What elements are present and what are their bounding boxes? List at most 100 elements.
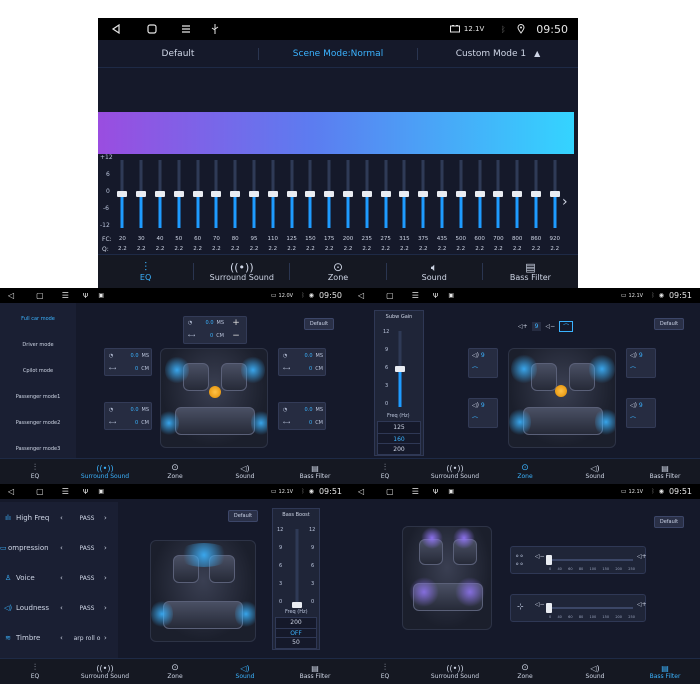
tab-bass-filter[interactable]: ▤ Bass Filter bbox=[630, 659, 700, 684]
home-icon[interactable]: ▢ bbox=[36, 291, 44, 300]
eq-band-knob[interactable] bbox=[286, 191, 297, 197]
custom-mode-label[interactable]: Custom Mode 1 bbox=[456, 49, 526, 59]
eq-band[interactable]: 20 2.2 bbox=[113, 158, 132, 258]
eq-band-knob[interactable] bbox=[117, 191, 128, 197]
eq-band[interactable]: 700 2.2 bbox=[489, 158, 508, 258]
eq-band-knob[interactable] bbox=[173, 191, 184, 197]
menu-icon[interactable] bbox=[178, 24, 194, 34]
tab-bass-filter[interactable]: ▤ Bass Filter bbox=[483, 255, 578, 288]
eq-band[interactable]: 435 2.2 bbox=[433, 158, 452, 258]
tab-eq[interactable]: ⫶ EQ bbox=[350, 659, 420, 684]
eq-band[interactable]: 50 2.2 bbox=[169, 158, 188, 258]
eq-band[interactable]: 175 2.2 bbox=[320, 158, 339, 258]
back-icon[interactable] bbox=[108, 24, 124, 34]
eq-band-knob[interactable] bbox=[324, 191, 335, 197]
tab-zone[interactable]: ⊙ Zone bbox=[140, 659, 210, 684]
tab-surround-sound[interactable]: ((•)) Surround Sound bbox=[70, 459, 140, 484]
eq-band[interactable]: 275 2.2 bbox=[376, 158, 395, 258]
chevron-right-icon[interactable]: › bbox=[562, 194, 568, 210]
back-icon[interactable]: ◁ bbox=[358, 487, 364, 496]
speaker-minus-icon[interactable]: ◁− bbox=[535, 553, 545, 560]
menu-passenger-mode2[interactable]: Passenger mode2 bbox=[0, 410, 76, 436]
triangle-up-icon[interactable]: ▲ bbox=[534, 49, 540, 58]
home-icon[interactable] bbox=[144, 24, 160, 34]
eq-band-knob[interactable] bbox=[455, 191, 466, 197]
default-button[interactable]: Default bbox=[304, 318, 334, 330]
default-button[interactable]: Default bbox=[654, 318, 684, 330]
eq-band-knob[interactable] bbox=[549, 191, 560, 197]
freq-selector[interactable]: 200 OFF 50 bbox=[275, 617, 317, 649]
eq-band-knob[interactable] bbox=[361, 191, 372, 197]
eq-band[interactable]: 80 2.2 bbox=[226, 158, 245, 258]
freq-selector[interactable]: 125 160 200 bbox=[377, 421, 421, 455]
tab-zone[interactable]: ⊙ Zone bbox=[140, 459, 210, 484]
tab-surround-sound[interactable]: ((•)) Surround Sound bbox=[420, 659, 490, 684]
tab-eq[interactable]: ⫶ EQ bbox=[0, 459, 70, 484]
tab-sound[interactable]: ◁) Sound bbox=[210, 459, 280, 484]
eq-band-knob[interactable] bbox=[380, 191, 391, 197]
tab-sound[interactable]: ◁) Sound bbox=[560, 459, 630, 484]
eq-band[interactable]: 95 2.2 bbox=[245, 158, 264, 258]
eq-band[interactable]: 200 2.2 bbox=[339, 158, 358, 258]
eq-band-knob[interactable] bbox=[512, 191, 523, 197]
eq-band-knob[interactable] bbox=[267, 191, 278, 197]
volume-up-icon[interactable]: ◁+ bbox=[518, 323, 528, 330]
home-icon[interactable]: ▢ bbox=[386, 291, 394, 300]
eq-band[interactable]: 600 2.2 bbox=[470, 158, 489, 258]
menu-cpilot-mode[interactable]: Cpilot mode bbox=[0, 358, 76, 384]
tab-sound[interactable]: ◁) Sound bbox=[210, 659, 280, 684]
volume-down-icon[interactable]: ◁− bbox=[545, 323, 555, 330]
tab-eq[interactable]: ⫶ EQ bbox=[350, 459, 420, 484]
tab-surround-sound[interactable]: ((•)) Surround Sound bbox=[420, 459, 490, 484]
eq-band[interactable]: 800 2.2 bbox=[508, 158, 527, 258]
row-timbre[interactable]: ≋ Timbre ‹ arp roll o › bbox=[0, 626, 118, 650]
eq-band-knob[interactable] bbox=[530, 191, 541, 197]
listener-position-dot[interactable] bbox=[555, 385, 567, 397]
eq-band[interactable]: 150 2.2 bbox=[301, 158, 320, 258]
speaker-front-right[interactable]: ◁) 9 ⌒ bbox=[626, 348, 656, 378]
row-high-freq[interactable]: ılı High Freq ‹ PASS › bbox=[0, 506, 118, 530]
menu-icon[interactable]: ☰ bbox=[412, 291, 419, 300]
speaker-rear-right[interactable]: ◁) 9 ⌒ bbox=[626, 398, 656, 428]
filter-slider[interactable] bbox=[546, 603, 633, 613]
tab-surround-sound[interactable]: ((•)) Surround Sound bbox=[194, 255, 289, 288]
row-loudness[interactable]: ◁) Loudness ‹ PASS › bbox=[0, 596, 118, 620]
menu-icon[interactable]: ☰ bbox=[62, 487, 69, 496]
speaker-plus-icon[interactable]: ◁+ bbox=[637, 601, 647, 608]
eq-band[interactable]: 500 2.2 bbox=[451, 158, 470, 258]
eq-band-knob[interactable] bbox=[192, 191, 203, 197]
menu-passenger-mode1[interactable]: Passenger mode1 bbox=[0, 384, 76, 410]
default-button[interactable]: Default bbox=[98, 49, 258, 59]
eq-band[interactable]: 110 2.2 bbox=[263, 158, 282, 258]
wave-toggle-icon[interactable]: ⌒ bbox=[559, 320, 574, 332]
minus-button[interactable]: − bbox=[229, 331, 243, 343]
tab-bass-filter[interactable]: ▤ Bass Filter bbox=[280, 659, 350, 684]
default-button[interactable]: Default bbox=[654, 516, 684, 528]
eq-band-knob[interactable] bbox=[154, 191, 165, 197]
home-icon[interactable]: ▢ bbox=[36, 487, 44, 496]
tab-zone[interactable]: ⊙ Zone bbox=[490, 659, 560, 684]
eq-band-knob[interactable] bbox=[418, 191, 429, 197]
tab-eq[interactable]: ⫶ EQ bbox=[98, 255, 193, 288]
eq-band-knob[interactable] bbox=[399, 191, 410, 197]
tab-surround-sound[interactable]: ((•)) Surround Sound bbox=[70, 659, 140, 684]
menu-icon[interactable]: ☰ bbox=[62, 291, 69, 300]
eq-band-knob[interactable] bbox=[493, 191, 504, 197]
home-icon[interactable]: ▢ bbox=[386, 487, 394, 496]
eq-band-knob[interactable] bbox=[305, 191, 316, 197]
tab-bass-filter[interactable]: ▤ Bass Filter bbox=[280, 459, 350, 484]
eq-band-knob[interactable] bbox=[342, 191, 353, 197]
tab-sound[interactable]: 🔈︎ Sound bbox=[387, 255, 482, 288]
eq-band-knob[interactable] bbox=[211, 191, 222, 197]
bass-boost-slider[interactable] bbox=[290, 529, 304, 608]
speaker-plus-icon[interactable]: ◁+ bbox=[637, 553, 647, 560]
eq-band-knob[interactable] bbox=[436, 191, 447, 197]
back-icon[interactable]: ◁ bbox=[8, 291, 14, 300]
eq-band[interactable]: 125 2.2 bbox=[282, 158, 301, 258]
tab-bass-filter[interactable]: ▤ Bass Filter bbox=[630, 459, 700, 484]
tab-zone[interactable]: ⊙ Zone bbox=[490, 459, 560, 484]
plus-button[interactable]: + bbox=[229, 318, 243, 330]
speaker-rear-left[interactable]: ◁) 9 ⌒ bbox=[468, 398, 498, 428]
eq-band[interactable]: 860 2.2 bbox=[527, 158, 546, 258]
filter-slider[interactable] bbox=[546, 555, 633, 565]
